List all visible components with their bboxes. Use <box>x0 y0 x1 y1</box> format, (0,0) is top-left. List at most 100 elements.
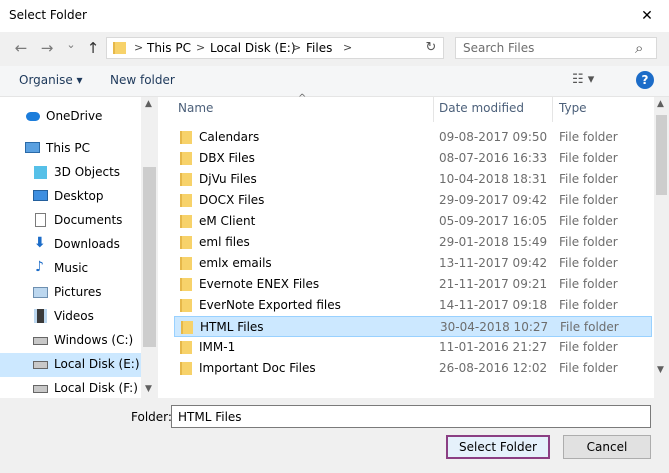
folder-icon <box>180 341 192 354</box>
title-bar: Select Folder ✕ <box>0 0 669 32</box>
folder-icon <box>180 173 192 186</box>
sidebar-item-desktop[interactable]: Desktop <box>0 185 141 209</box>
computer-icon <box>25 142 40 153</box>
breadcrumb-files[interactable]: Files <box>306 41 332 55</box>
chevron-down-icon: ⌄ <box>66 38 76 51</box>
list-item[interactable]: DBX Files 08-07-2016 16:33 File folder <box>174 148 652 169</box>
list-item-selected[interactable]: HTML Files 30-04-2018 10:27 File folder <box>174 316 652 337</box>
recent-locations-button[interactable]: ⌄ <box>64 36 78 54</box>
breadcrumb-separator: > <box>134 41 144 54</box>
breadcrumb-separator: > <box>292 41 302 54</box>
sidebar-item-documents[interactable]: Documents <box>0 209 141 233</box>
item-date: 10-04-2018 18:31 <box>439 172 548 186</box>
refresh-button[interactable]: ↻ <box>423 40 439 56</box>
folder-icon <box>180 194 192 207</box>
organise-button[interactable]: Organise ▾ <box>19 73 83 87</box>
list-item[interactable]: eM Client 05-09-2017 16:05 File folder <box>174 211 652 232</box>
item-date: 08-07-2016 16:33 <box>439 151 548 165</box>
folder-icon <box>180 278 192 291</box>
file-list-scrollbar[interactable]: ▲ ▼ <box>654 97 669 398</box>
folder-icon <box>180 257 192 270</box>
sidebar-item-label: Videos <box>54 309 94 323</box>
breadcrumb-separator: > <box>343 41 353 54</box>
sidebar-item-music[interactable]: ♪ Music <box>0 257 141 281</box>
list-item[interactable]: EverNote Exported files 14-11-2017 09:18… <box>174 295 652 316</box>
sidebar-item-local-disk-e[interactable]: Local Disk (E:) <box>0 353 141 377</box>
navigation-scrollbar[interactable]: ▲ ▼ <box>141 97 158 398</box>
file-list: ^ Name Date modified Type Calendars 09-0… <box>158 93 654 398</box>
list-item[interactable]: DOCX Files 29-09-2017 09:42 File folder <box>174 190 652 211</box>
forward-arrow-icon: → <box>40 39 54 57</box>
list-item[interactable]: emlx emails 13-11-2017 09:42 File folder <box>174 253 652 274</box>
search-box[interactable]: Search Files ⌕ <box>455 37 657 59</box>
new-folder-button[interactable]: New folder <box>110 73 175 87</box>
item-date: 21-11-2017 09:21 <box>439 277 548 291</box>
search-icon: ⌕ <box>635 39 644 57</box>
back-button[interactable]: ← <box>12 39 30 57</box>
scroll-up-icon[interactable]: ▲ <box>145 99 152 109</box>
list-item[interactable]: Calendars 09-08-2017 09:50 File folder <box>174 127 652 148</box>
refresh-icon: ↻ <box>425 40 437 55</box>
view-options-icon[interactable]: ☷ ▾ <box>572 72 594 87</box>
close-button[interactable]: ✕ <box>630 2 664 30</box>
scrollbar-thumb[interactable] <box>656 115 667 195</box>
sidebar-item-local-disk-f[interactable]: Local Disk (F:) <box>0 377 141 401</box>
help-button[interactable]: ? <box>636 71 654 89</box>
sidebar-item-label: Music <box>54 261 89 275</box>
sidebar-item-downloads[interactable]: ⬇ Downloads <box>0 233 141 257</box>
breadcrumb-this-pc[interactable]: This PC <box>147 41 191 55</box>
sidebar-item-label: This PC <box>46 141 90 155</box>
cube-icon <box>34 166 47 179</box>
item-type: File folder <box>559 256 618 270</box>
folder-name-value: HTML Files <box>178 410 242 424</box>
column-header-name[interactable]: Name <box>178 101 213 115</box>
scrollbar-thumb[interactable] <box>143 167 156 347</box>
item-name: DBX Files <box>199 151 255 165</box>
item-name: EverNote Exported files <box>199 298 341 312</box>
breadcrumb-local-disk-e[interactable]: Local Disk (E:) <box>210 41 296 55</box>
sidebar-item-label: Downloads <box>54 237 120 251</box>
scroll-down-icon[interactable]: ▼ <box>145 384 152 394</box>
item-type: File folder <box>560 320 619 334</box>
item-name: eM Client <box>199 214 256 228</box>
item-name: Calendars <box>199 130 260 144</box>
sidebar-item-3d-objects[interactable]: 3D Objects <box>0 161 141 185</box>
column-divider[interactable] <box>552 97 553 122</box>
item-date: 26-08-2016 12:02 <box>439 361 548 375</box>
sidebar-item-videos[interactable]: Videos <box>0 305 141 329</box>
up-button[interactable]: ↑ <box>84 39 102 57</box>
video-icon <box>34 309 47 323</box>
scroll-up-icon[interactable]: ▲ <box>657 99 664 109</box>
sidebar-item-label: OneDrive <box>46 109 103 123</box>
list-item[interactable]: Evernote ENEX Files 21-11-2017 09:21 Fil… <box>174 274 652 295</box>
list-item[interactable]: Important Doc Files 26-08-2016 12:02 Fil… <box>174 358 652 379</box>
search-input[interactable]: Search Files <box>463 41 534 55</box>
item-type: File folder <box>559 277 618 291</box>
scroll-down-icon[interactable]: ▼ <box>657 365 664 375</box>
list-item[interactable]: DjVu Files 10-04-2018 18:31 File folder <box>174 169 652 190</box>
item-date: 30-04-2018 10:27 <box>440 320 549 334</box>
sidebar-item-label: Windows (C:) <box>54 333 134 347</box>
item-type: File folder <box>559 130 618 144</box>
window-title: Select Folder <box>9 8 87 22</box>
column-header-type[interactable]: Type <box>559 101 587 115</box>
list-item[interactable]: IMM-1 11-01-2016 21:27 File folder <box>174 337 652 358</box>
sidebar-item-this-pc[interactable]: This PC <box>0 137 141 161</box>
forward-button[interactable]: → <box>38 39 56 57</box>
select-folder-button[interactable]: Select Folder <box>446 435 550 459</box>
help-icon: ? <box>641 73 649 87</box>
sidebar-item-onedrive[interactable]: OneDrive <box>0 105 141 129</box>
list-item[interactable]: eml files 29-01-2018 15:49 File folder <box>174 232 652 253</box>
item-type: File folder <box>559 361 618 375</box>
column-header-date[interactable]: Date modified <box>439 101 524 115</box>
cancel-button[interactable]: Cancel <box>563 435 651 459</box>
folder-name-field[interactable]: HTML Files <box>171 405 651 428</box>
address-bar[interactable]: > This PC > Local Disk (E:) > Files > ↻ <box>106 37 507 59</box>
item-date: 09-08-2017 09:50 <box>439 130 548 144</box>
column-divider[interactable] <box>433 97 434 122</box>
sidebar-item-windows-c[interactable]: Windows (C:) <box>0 329 141 353</box>
sidebar-item-pictures[interactable]: Pictures <box>0 281 141 305</box>
item-date: 13-11-2017 09:42 <box>439 256 548 270</box>
item-name: HTML Files <box>200 320 264 334</box>
item-type: File folder <box>559 214 618 228</box>
